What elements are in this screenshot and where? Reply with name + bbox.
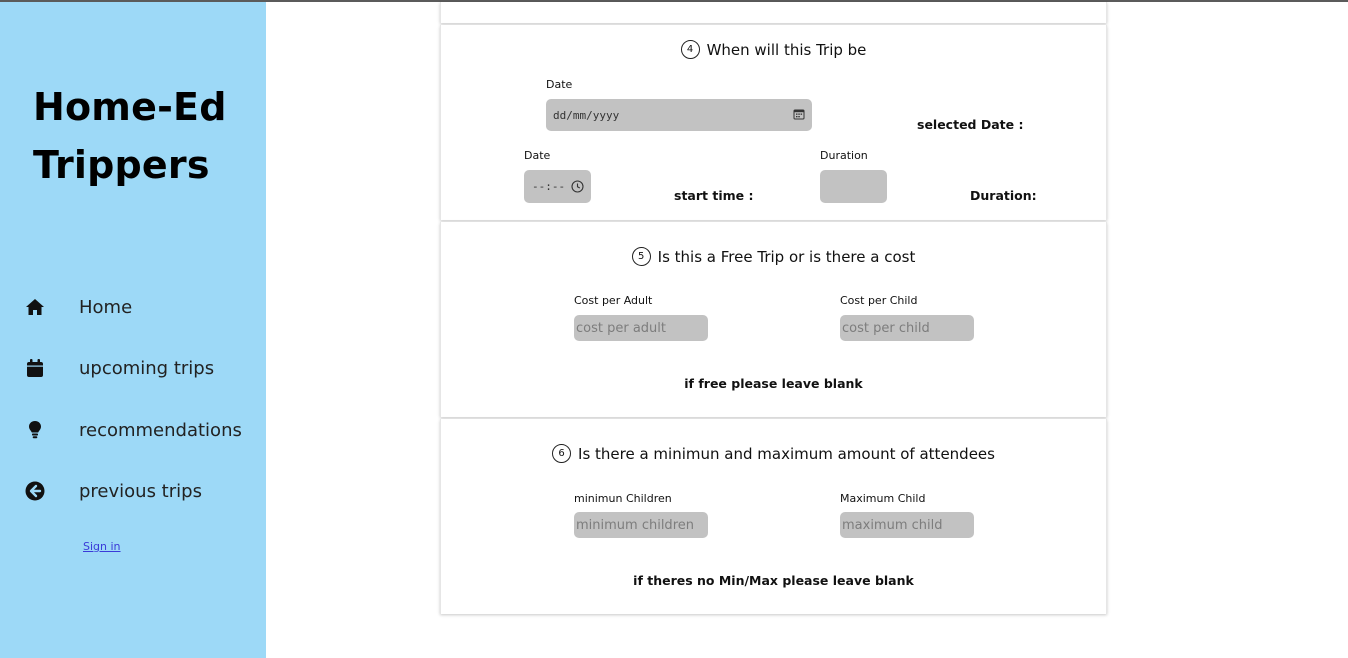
max-child-placeholder: maximum child <box>842 517 943 533</box>
time-label: Date <box>524 149 551 162</box>
step-number-badge: 4 <box>680 40 700 59</box>
step-number-badge: 6 <box>552 444 572 463</box>
step-cost-title: 5 Is this a Free Trip or is there a cost <box>441 247 1106 266</box>
app-title: Home-Ed Trippers <box>33 78 263 194</box>
cost-child-label: Cost per Child <box>840 294 918 307</box>
min-children-input[interactable]: minimum children <box>574 512 708 538</box>
clock-icon[interactable] <box>571 180 584 197</box>
sidebar-item-home[interactable]: Home <box>24 290 254 324</box>
sidebar-item-label: recommendations <box>79 419 242 441</box>
step-title-text: When will this Trip be <box>706 40 867 59</box>
min-children-placeholder: minimum children <box>576 517 694 533</box>
cost-adult-input[interactable]: cost per adult <box>574 315 708 341</box>
start-time-text: start time : <box>674 188 754 203</box>
step-attendees-title: 6 Is there a minimun and maximum amount … <box>441 444 1106 463</box>
max-child-input[interactable]: maximum child <box>840 512 974 538</box>
arrow-left-circle-icon <box>24 480 46 502</box>
min-children-label: minimun Children <box>574 492 672 505</box>
step-title-text: Is this a Free Trip or is there a cost <box>657 247 916 266</box>
sidebar-item-previous-trips[interactable]: previous trips <box>24 474 254 508</box>
date-placeholder: dd/mm/yyyy <box>553 108 620 122</box>
step-number-badge: 5 <box>631 247 651 266</box>
duration-text: Duration: <box>970 188 1037 203</box>
cost-child-input[interactable]: cost per child <box>840 315 974 341</box>
selected-date-text: selected Date : <box>917 117 1024 132</box>
step-title-text: Is there a minimun and maximum amount of… <box>578 444 995 463</box>
sidebar-item-label: Home <box>79 296 133 318</box>
step-when-card: 4 When will this Trip be Date dd/mm/yyyy… <box>440 25 1107 220</box>
signin-link[interactable]: Sign in <box>83 540 121 553</box>
date-input[interactable]: dd/mm/yyyy <box>546 99 812 131</box>
step-attendees-card: 6 Is there a minimun and maximum amount … <box>440 419 1107 614</box>
calendar-icon <box>24 357 46 379</box>
time-placeholder: --:-- <box>532 180 566 193</box>
app-title-line1: Home-Ed <box>33 85 227 129</box>
cost-adult-label: Cost per Adult <box>574 294 653 307</box>
max-child-label: Maximum Child <box>840 492 926 505</box>
sidebar-item-recommendations[interactable]: recommendations <box>24 413 254 447</box>
sidebar-item-label: previous trips <box>79 480 202 502</box>
start-time-input[interactable]: --:-- <box>524 170 591 203</box>
calendar-picker-icon[interactable] <box>793 108 805 124</box>
home-icon <box>24 296 46 318</box>
duration-label: Duration <box>820 149 868 162</box>
sidebar: Home-Ed Trippers Home upcoming trips rec… <box>0 2 266 658</box>
sidebar-item-label: upcoming trips <box>79 357 215 379</box>
cost-child-placeholder: cost per child <box>842 320 930 336</box>
cost-note: if free please leave blank <box>684 376 863 391</box>
attendees-note: if theres no Min/Max please leave blank <box>633 573 914 588</box>
step-when-title: 4 When will this Trip be <box>441 40 1106 59</box>
step-cost-card: 5 Is this a Free Trip or is there a cost… <box>440 222 1107 417</box>
cost-adult-placeholder: cost per adult <box>576 320 666 336</box>
date-label: Date <box>546 78 573 91</box>
app-title-line2: Trippers <box>33 143 210 187</box>
sidebar-item-upcoming-trips[interactable]: upcoming trips <box>24 351 254 385</box>
duration-input[interactable] <box>820 170 887 203</box>
lightbulb-icon <box>24 419 46 441</box>
previous-step-card <box>440 2 1107 23</box>
